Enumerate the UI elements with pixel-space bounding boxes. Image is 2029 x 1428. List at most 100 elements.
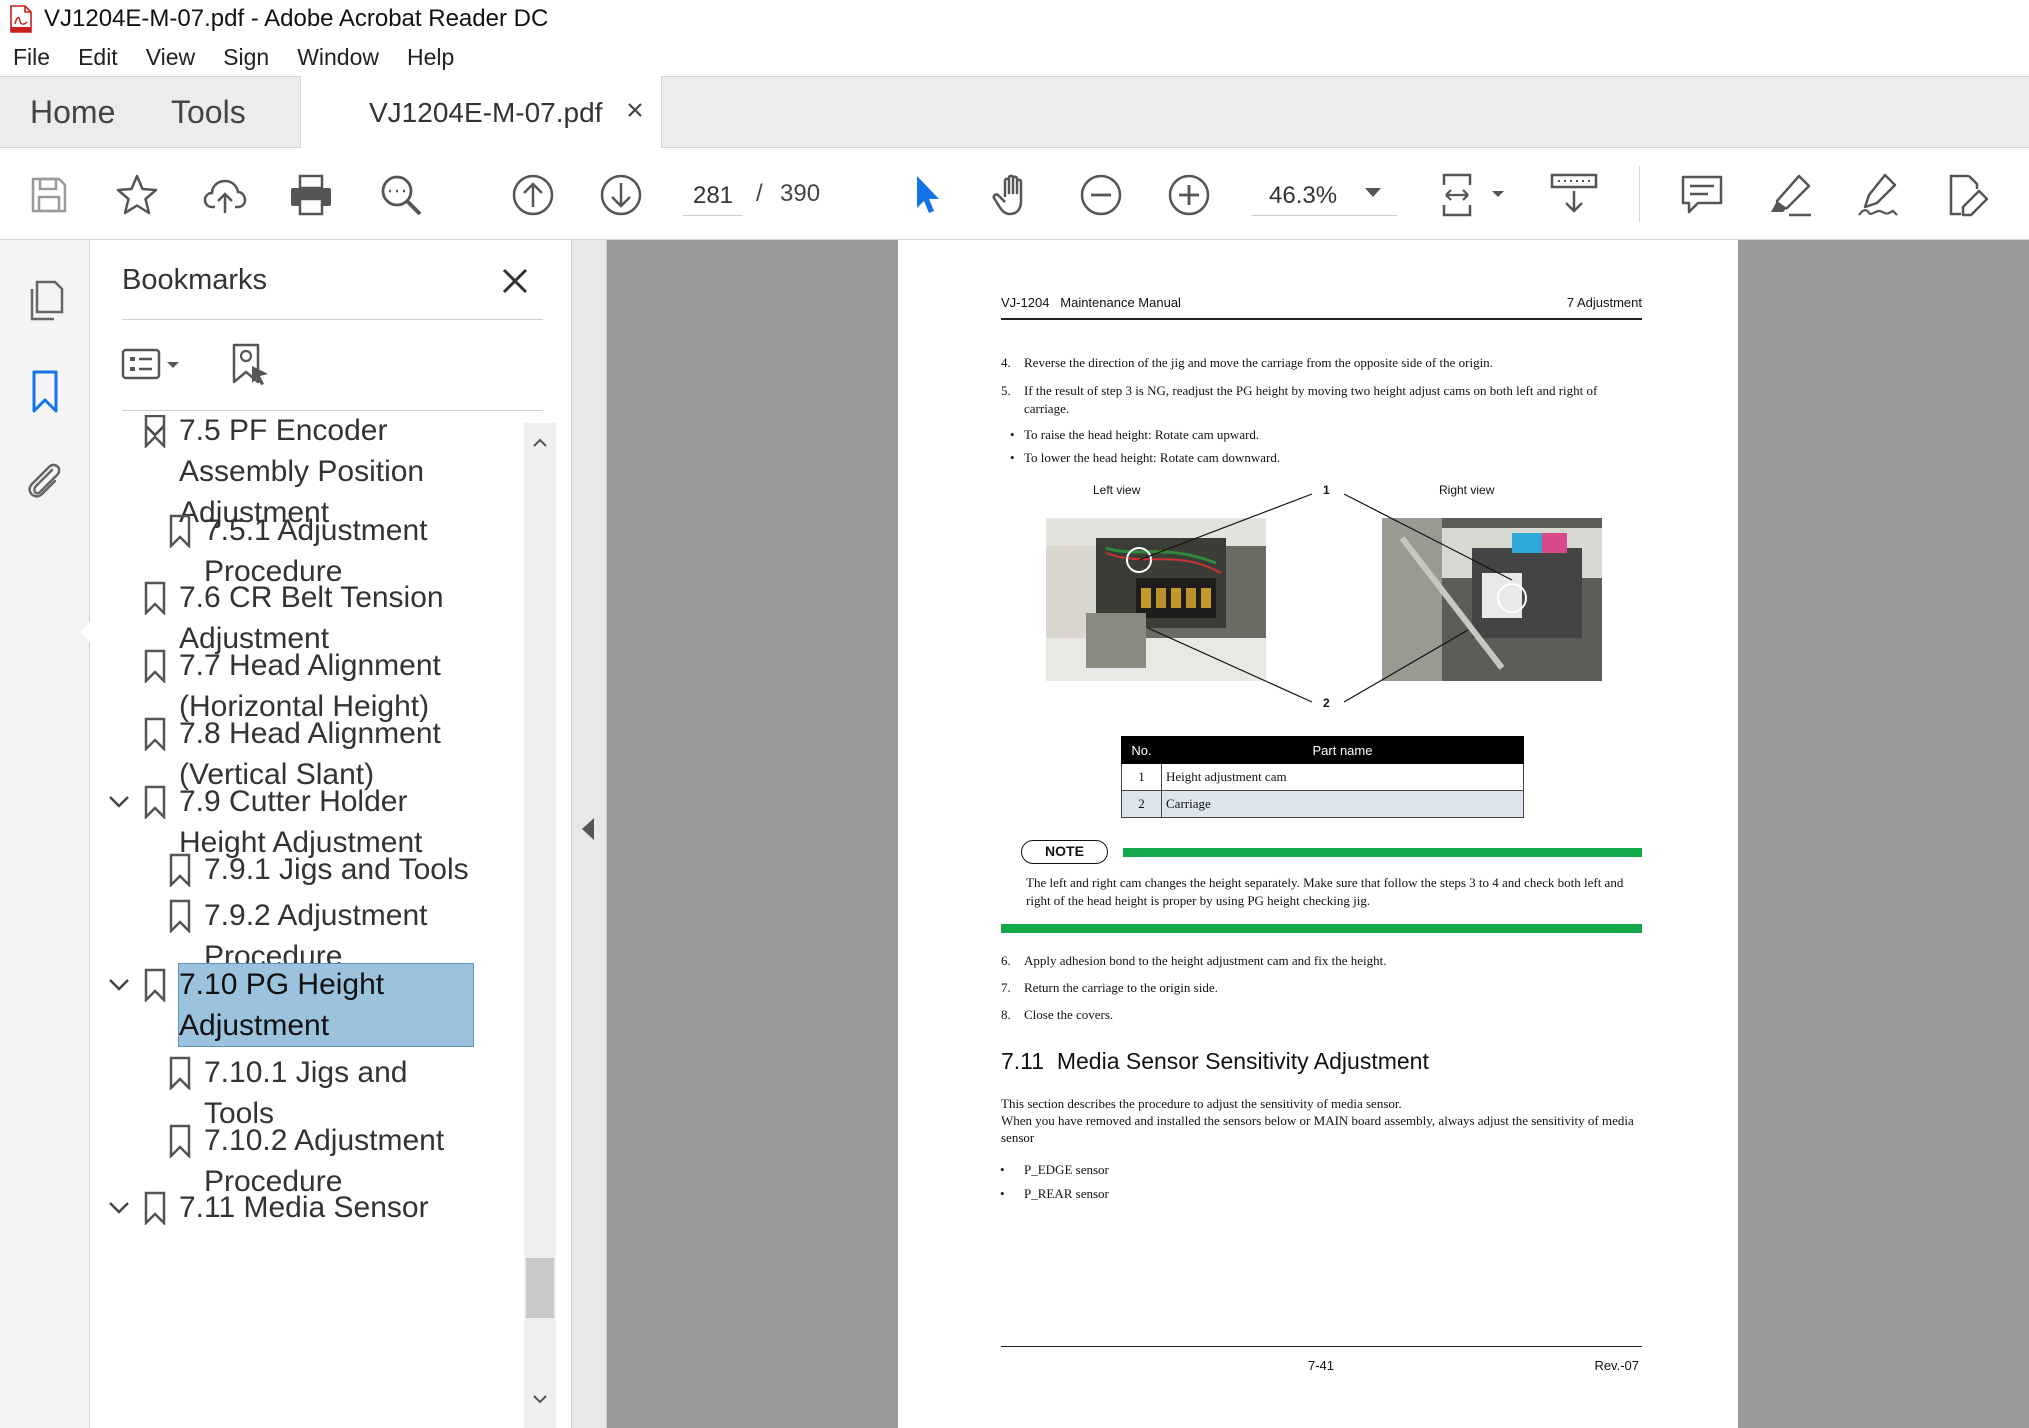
step-text: Apply adhesion bond to the height adjust… [1024,953,1387,968]
edit-pdf-button[interactable] [1940,168,1994,222]
section-heading: 7.11 Media Sensor Sensitivity Adjustment [1001,1048,1429,1074]
panel-splitter[interactable] [571,240,607,1428]
menu-window[interactable]: Window [297,44,379,71]
save-button[interactable] [22,168,76,222]
menu-view[interactable]: View [146,44,195,71]
page-total: 390 [780,180,821,207]
step-text: Close the covers. [1024,1007,1114,1022]
bookmark-star-button[interactable] [110,168,164,222]
navigation-rail [0,240,91,1428]
bookmark-label: 7.5.1 Adjustment [204,514,428,547]
page-number-input[interactable] [683,176,743,216]
bookmark-icon [169,853,191,887]
bookmark-label: 7.11 Media Sensor [179,1191,429,1224]
note-bar [1123,848,1642,857]
chevron-down-icon[interactable] [107,972,131,996]
tab-tools[interactable]: Tools [171,77,246,148]
close-panel-icon[interactable] [500,266,530,296]
bookmark-label: 7.10.1 Jigs and [204,1056,408,1089]
next-page-button[interactable] [594,168,648,222]
bookmark-icon [169,899,191,933]
tab-home[interactable]: Home [30,77,115,148]
hand-tool-button[interactable] [986,168,1040,222]
table-cell: 2 [1121,790,1162,818]
active-panel-pointer [80,620,91,644]
document-viewer[interactable]: VJ-1204 Maintenance Manual 7 Adjustment … [607,240,2029,1428]
find-button[interactable] [374,168,428,222]
star-icon [116,174,158,215]
page-footer-revision: Rev.-07 [1594,1358,1639,1373]
upload-button[interactable] [198,168,252,222]
section-paragraph: When you have removed and installed the … [1001,1113,1634,1145]
previous-page-button[interactable] [506,168,560,222]
bookmark-label: 7.8 Head Alignment [179,717,441,750]
figure-left-label: Left view [1093,483,1141,497]
close-tab-icon[interactable] [625,100,645,120]
comment-button[interactable] [1675,168,1729,222]
bookmark-item-7-9-1[interactable]: 7.9.1 Jigs and Tools [91,849,521,890]
footer-rule [1001,1346,1642,1347]
bookmark-label: Adjustment [179,1009,330,1042]
table-cell: Height adjustment cam [1161,763,1524,791]
table-row: 1 Height adjustment cam [1121,763,1524,791]
section-bullet: P_REAR sensor [1000,1186,1109,1202]
menu-help[interactable]: Help [407,44,454,71]
hand-icon [992,174,1023,216]
minus-circle-icon [1080,174,1122,216]
scroll-down-icon[interactable] [532,1391,548,1407]
window-title: VJ1204E-M-07.pdf - Adobe Acrobat Reader … [44,5,549,32]
column-header: Part name [1161,736,1524,764]
section-bullet: P_EDGE sensor [1000,1162,1109,1178]
bookmarks-scrollbar[interactable] [524,423,556,1428]
scrollbar-thumb[interactable] [526,1258,554,1318]
table-cell: Carriage [1161,790,1524,818]
attachments-button[interactable] [20,456,70,506]
menu-file[interactable]: File [13,44,50,71]
find-current-bookmark-icon[interactable] [226,340,276,390]
bookmark-icon [144,649,166,683]
select-tool-button[interactable] [900,168,954,222]
bookmark-icon [32,370,58,413]
bookmark-item-7-11[interactable]: 7.11 Media Sensor [91,1187,521,1228]
tab-document[interactable]: VJ1204E-M-07.pdf [300,76,662,149]
scrolling-mode-button[interactable] [1546,168,1606,222]
menu-sign[interactable]: Sign [223,44,269,71]
bookmark-icon [144,415,166,448]
title-bar: VJ1204E-M-07.pdf - Adobe Acrobat Reader … [0,0,2029,38]
page-thumbnails-button[interactable] [20,276,70,326]
page-fit-button[interactable] [1440,168,1510,222]
scroll-up-icon[interactable] [532,435,548,451]
chevron-down-icon[interactable] [107,1195,131,1219]
bookmarks-title: Bookmarks [122,264,268,296]
bookmark-label: 7.9 Cutter Holder [179,785,408,818]
cursor-arrow-icon [917,176,939,213]
column-header: No. [1121,736,1162,764]
collapse-panel-icon[interactable] [582,818,594,840]
menu-edit[interactable]: Edit [78,44,118,71]
print-button[interactable] [284,168,338,222]
zoom-out-button[interactable] [1074,168,1128,222]
figure-callout-2: 2 [1323,696,1330,710]
bookmark-item-7-10[interactable]: 7.10 PG Height Adjustment [91,963,521,1047]
page-header-right: 7 Adjustment [1566,295,1642,310]
note-bar [1001,924,1642,933]
step-number: 6. [1001,953,1011,968]
figure-right-label: Right view [1439,483,1495,497]
fill-sign-button[interactable] [1852,168,1906,222]
bookmarks-panel-button[interactable] [20,366,70,416]
paperclip-icon [28,463,61,498]
bookmark-icon [144,785,166,819]
save-icon [31,177,67,213]
step-number: 8. [1001,1007,1011,1022]
bookmark-options-menu-icon[interactable] [121,340,191,390]
header-rule [1001,318,1642,320]
highlighter-icon [1771,174,1811,217]
comment-icon [1681,175,1723,214]
zoom-in-button[interactable] [1162,168,1216,222]
zoom-dropdown-caret-icon[interactable] [1365,188,1381,197]
table-header-row: No. Part name [1121,736,1524,764]
panel-divider [122,319,543,320]
highlight-button[interactable] [1764,168,1818,222]
step-text: Return the carriage to the origin side. [1024,980,1218,995]
chevron-down-icon[interactable] [107,789,131,813]
